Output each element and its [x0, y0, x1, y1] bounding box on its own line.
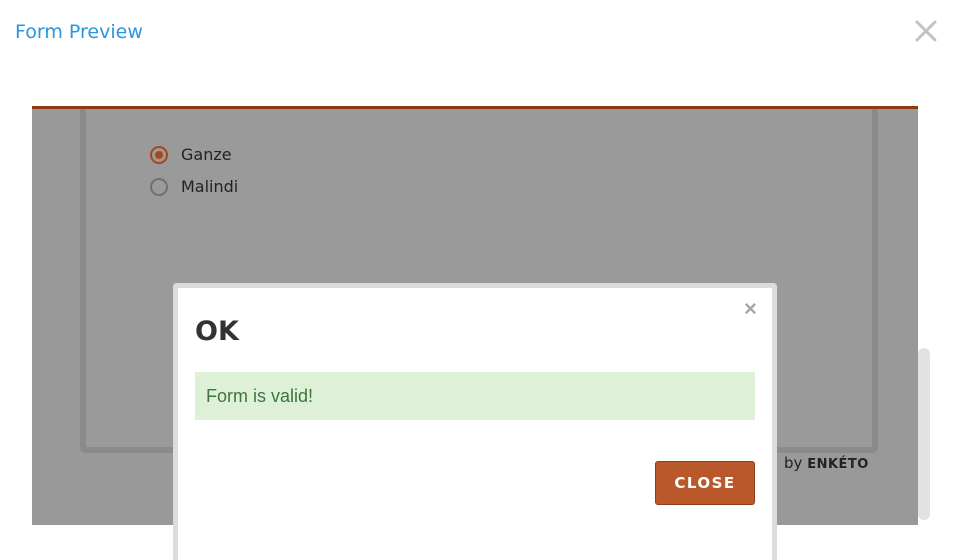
- scrollbar[interactable]: [918, 348, 930, 520]
- close-button[interactable]: CLOSE: [655, 461, 755, 505]
- radio-option-ganze[interactable]: Ganze: [150, 145, 232, 164]
- times-icon[interactable]: ×: [744, 298, 757, 320]
- radio-label: Malindi: [181, 177, 239, 196]
- radio-label: Ganze: [181, 145, 232, 164]
- validation-dialog: × OK Form is valid! CLOSE: [173, 283, 777, 560]
- dialog-title: OK: [195, 316, 239, 347]
- radio-option-malindi[interactable]: Malindi: [150, 177, 238, 196]
- enketo-logo: ENKÉTO: [807, 457, 869, 472]
- powered-by-enketo[interactable]: by ENKÉTO: [784, 454, 869, 472]
- radio-checked-icon[interactable]: [150, 145, 168, 164]
- page-title: Form Preview: [15, 21, 143, 43]
- success-alert: Form is valid!: [195, 372, 755, 420]
- radio-unchecked-icon[interactable]: [150, 177, 168, 196]
- powered-by-prefix: by: [784, 454, 803, 472]
- close-x-icon[interactable]: [913, 18, 939, 44]
